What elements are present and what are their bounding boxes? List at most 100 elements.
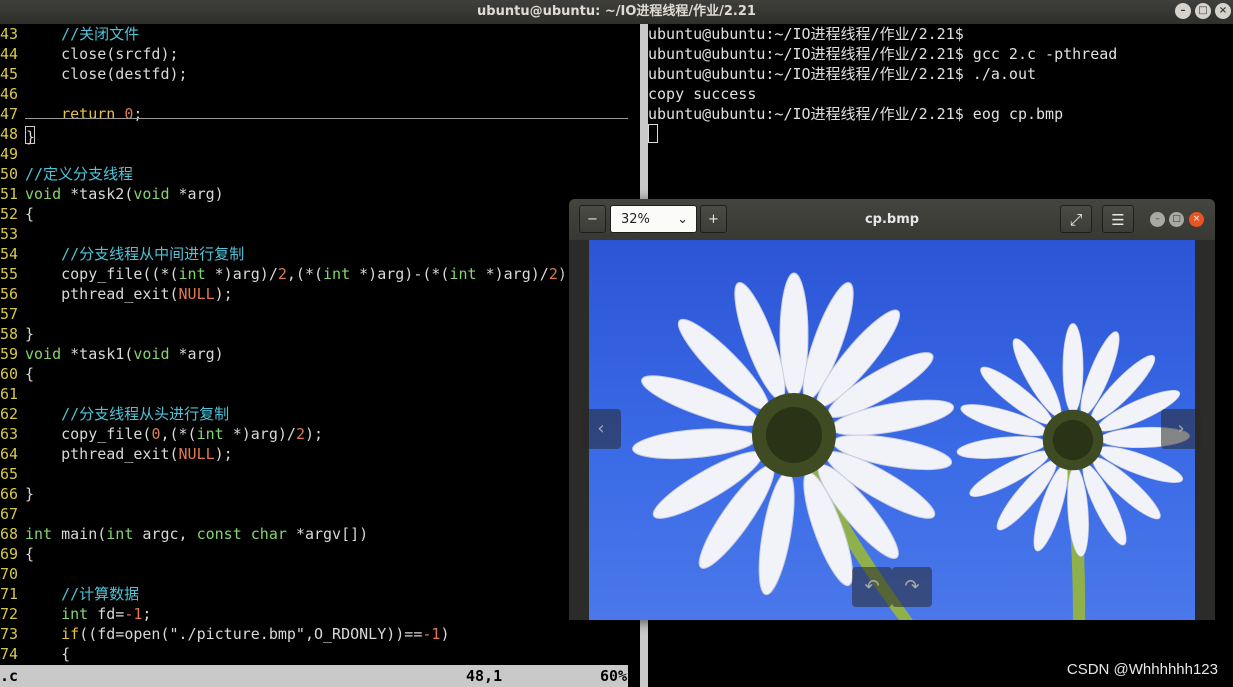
code-text: //定义分支线程 <box>25 165 134 183</box>
code-text: void *task2(void *arg) <box>25 185 224 203</box>
line-number: 46 <box>0 85 19 103</box>
code-text: int fd=-1; <box>61 605 152 623</box>
code-line[interactable]: 71 //计算数据 <box>0 584 139 604</box>
line-number: 74 <box>0 645 19 663</box>
terminal-cursor <box>648 124 658 143</box>
image-canvas[interactable] <box>589 240 1195 620</box>
status-cursor-position: 48,1 <box>466 667 503 685</box>
code-line[interactable]: 43 //关闭文件 <box>0 24 139 44</box>
maximize-button[interactable]: □ <box>1195 3 1211 19</box>
zoom-level-value: 32% <box>621 212 650 227</box>
line-number: 72 <box>0 605 19 623</box>
line-number: 73 <box>0 625 19 643</box>
vim-statusline: .c 48,1 60% <box>0 665 628 687</box>
code-line[interactable]: 57 <box>0 304 25 324</box>
minimize-button[interactable]: – <box>1175 3 1191 19</box>
code-line[interactable]: 73 if((fd=open("./picture.bmp",O_RDONLY)… <box>0 624 449 644</box>
previous-image-button[interactable]: ‹ <box>581 409 621 449</box>
line-number: 48 <box>0 125 19 143</box>
next-image-button[interactable]: › <box>1161 409 1201 449</box>
code-text: pthread_exit(NULL); <box>25 445 233 463</box>
code-line[interactable]: 59 void *task1(void *arg) <box>0 344 224 364</box>
code-line[interactable]: 53 <box>0 224 25 244</box>
status-scroll-percent: 60% <box>600 667 628 685</box>
code-line[interactable]: 46 <box>0 84 25 104</box>
line-number: 68 <box>0 525 19 543</box>
close-button[interactable]: × <box>1215 3 1231 19</box>
eog-maximize-button[interactable]: □ <box>1169 212 1184 227</box>
eog-minimize-button[interactable]: – <box>1150 212 1165 227</box>
code-line[interactable]: 52 { <box>0 204 34 224</box>
code-line[interactable]: 72 int fd=-1; <box>0 604 151 624</box>
code-text: { <box>25 205 35 223</box>
line-number: 51 <box>0 185 19 203</box>
fullscreen-icon[interactable]: ⤢ <box>1060 205 1092 233</box>
code-text: void *task1(void *arg) <box>25 345 224 363</box>
terminal-line: copy success <box>648 85 757 103</box>
code-line[interactable]: 58} <box>0 324 34 344</box>
eog-close-button[interactable]: × <box>1189 212 1204 227</box>
daisy-photo <box>632 272 1190 620</box>
code-text: //关闭文件 <box>61 25 140 43</box>
terminal-line: ubuntu@ubuntu:~/IO进程线程/作业/2.21$ gcc 2.c … <box>648 45 1118 63</box>
line-number: 70 <box>0 565 19 583</box>
code-text: } <box>25 125 36 146</box>
zoom-in-button[interactable]: + <box>700 205 727 233</box>
code-line[interactable]: 51 void *task2(void *arg) <box>0 184 224 204</box>
chevron-down-icon: ⌄ <box>677 212 688 227</box>
window-title: ubuntu@ubuntu: ~/IO进程线程/作业/2.21 <box>477 4 756 19</box>
code-line[interactable]: 64 pthread_exit(NULL); <box>0 444 233 464</box>
code-line[interactable]: 56 pthread_exit(NULL); <box>0 284 233 304</box>
code-text: //分支线程从中间进行复制 <box>61 245 245 263</box>
code-text: if((fd=open("./picture.bmp",O_RDONLY))==… <box>61 625 450 643</box>
vim-editor-pane[interactable]: 43 //关闭文件 44 close(srcfd); 45 close(destfd… <box>0 24 640 665</box>
code-line[interactable]: 68 int main(int argc, const char *argv[]) <box>0 524 368 544</box>
code-text: //计算数据 <box>61 585 140 603</box>
line-number: 58 <box>0 325 19 343</box>
code-text: pthread_exit(NULL); <box>25 285 233 303</box>
code-line[interactable]: 60 { <box>0 364 34 384</box>
code-line[interactable]: 50 //定义分支线程 <box>0 164 133 184</box>
code-line[interactable]: 63 copy_file(0,(*(int *)arg)/2); <box>0 424 323 444</box>
menu-icon[interactable]: ☰ <box>1102 205 1134 233</box>
terminal-line: ubuntu@ubuntu:~/IO进程线程/作业/2.21$ ./a.out <box>648 65 1037 83</box>
zoom-level-select[interactable]: 32% ⌄ <box>610 205 697 233</box>
code-text: copy_file(0,(*(int *)arg)/2); <box>25 425 324 443</box>
code-line[interactable]: 62 //分支线程从头进行复制 <box>0 404 229 424</box>
image-viewer-headerbar[interactable]: − 32% ⌄ + cp.bmp ⤢ ☰ – □ × <box>569 199 1215 240</box>
line-number: 50 <box>0 165 19 183</box>
line-number: 60 <box>0 365 19 383</box>
rotate-right-button[interactable]: ↷ <box>892 567 932 607</box>
code-line[interactable]: 61 <box>0 384 25 404</box>
code-line[interactable]: 74 { <box>0 644 70 664</box>
code-text: { <box>25 645 71 663</box>
code-line[interactable]: 48} <box>0 124 36 146</box>
line-number: 44 <box>0 45 19 63</box>
line-number: 63 <box>0 425 19 443</box>
image-viewer-window[interactable]: − 32% ⌄ + cp.bmp ⤢ ☰ – □ × ‹ › ↶ ↷ <box>569 199 1215 620</box>
terminal-line: ubuntu@ubuntu:~/IO进程线程/作业/2.21$ eog cp.b… <box>648 105 1064 123</box>
window-titlebar[interactable]: ubuntu@ubuntu: ~/IO进程线程/作业/2.21 – □ × <box>0 0 1233 24</box>
code-line[interactable]: 67 <box>0 504 25 524</box>
line-number: 61 <box>0 385 19 403</box>
code-line[interactable]: 66} <box>0 484 34 504</box>
code-line[interactable]: 70 <box>0 564 25 584</box>
code-line[interactable]: 69 { <box>0 544 34 564</box>
line-number: 45 <box>0 65 19 83</box>
rotate-left-button[interactable]: ↶ <box>852 567 892 607</box>
code-line[interactable]: 54 //分支线程从中间进行复制 <box>0 244 244 264</box>
code-line[interactable]: 49 <box>0 144 25 164</box>
code-line[interactable]: 65 <box>0 464 25 484</box>
code-line[interactable]: 44 close(srcfd); <box>0 44 179 64</box>
watermark: CSDN @Whhhhhh123 <box>1066 661 1218 678</box>
code-line[interactable]: 55 copy_file((*(int *)arg)/2,(*(int *)ar… <box>0 264 576 284</box>
terminal-line: ubuntu@ubuntu:~/IO进程线程/作业/2.21$ <box>648 25 964 43</box>
line-number: 64 <box>0 445 19 463</box>
cursorline-underline <box>25 118 628 119</box>
zoom-out-button[interactable]: − <box>579 205 606 233</box>
code-text: //分支线程从头进行复制 <box>61 405 230 423</box>
line-number: 43 <box>0 25 19 43</box>
code-line[interactable]: 45 close(destfd); <box>0 64 188 84</box>
line-number: 52 <box>0 205 19 223</box>
code-line[interactable]: 47 return 0; <box>0 104 142 124</box>
